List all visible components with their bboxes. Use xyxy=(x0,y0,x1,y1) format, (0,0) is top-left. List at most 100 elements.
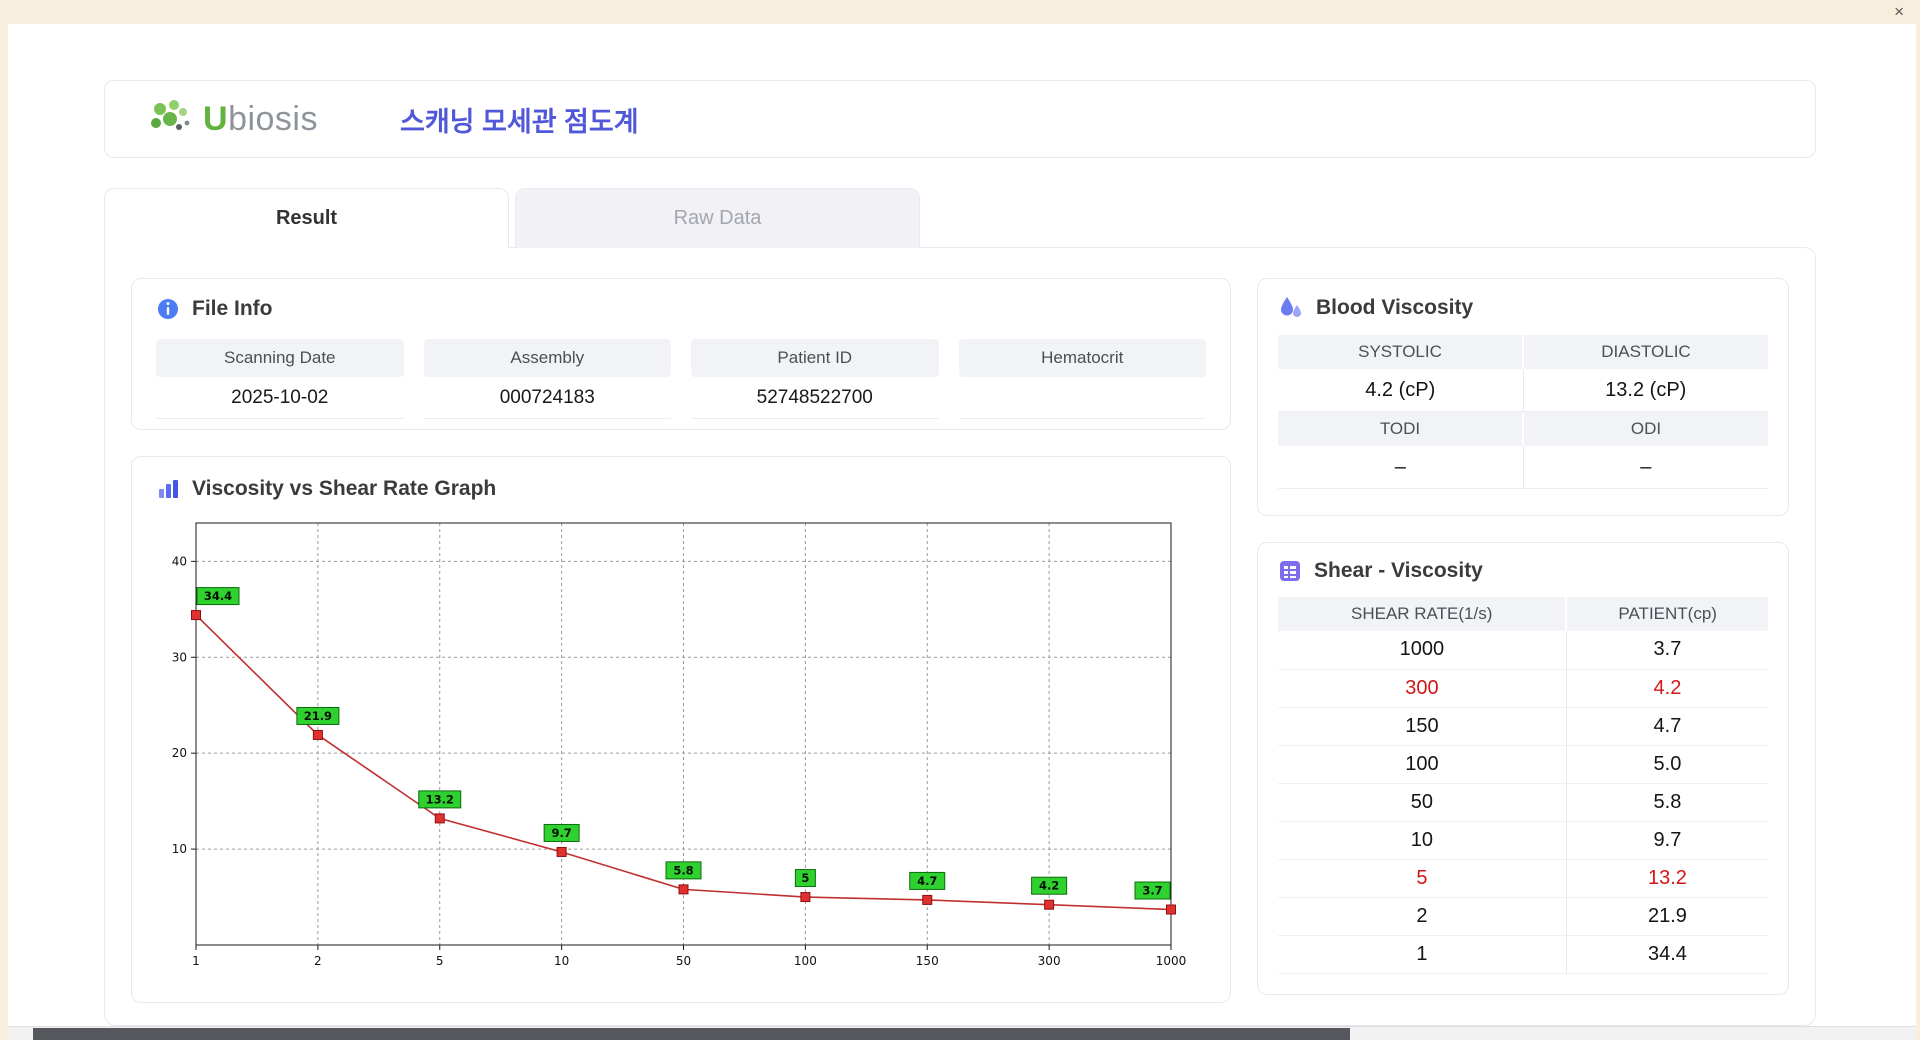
svg-text:40: 40 xyxy=(172,554,187,568)
file-info-field-value: 000724183 xyxy=(423,377,671,419)
patient-viscosity-cell: 21.9 xyxy=(1566,897,1768,936)
svg-text:10: 10 xyxy=(172,842,187,856)
bar-chart-icon xyxy=(156,477,180,501)
file-info-field: Hematocrit xyxy=(958,339,1206,419)
blood-viscosity-value-row: 4.2 (cP) 13.2 (cP) xyxy=(1278,369,1768,412)
svg-text:30: 30 xyxy=(172,650,187,664)
table-row: 5 13.2 xyxy=(1278,859,1768,898)
tab-bar: Result Raw Data xyxy=(104,188,1816,248)
logo-text-rest: biosis xyxy=(228,99,318,138)
patient-viscosity-cell: 13.2 xyxy=(1566,859,1768,898)
table-row: 10 9.7 xyxy=(1278,821,1768,860)
file-info-field-value: 2025-10-02 xyxy=(156,377,404,419)
graph-title-row: Viscosity vs Shear Rate Graph xyxy=(156,477,1206,501)
svg-text:34.4: 34.4 xyxy=(204,589,232,603)
file-info-field-label: Patient ID xyxy=(691,339,939,377)
droplets-icon xyxy=(1278,295,1304,321)
blood-viscosity-header-row: SYSTOLIC DIASTOLIC xyxy=(1278,335,1768,369)
patient-viscosity-cell: 34.4 xyxy=(1566,935,1768,974)
svg-text:5: 5 xyxy=(436,954,444,968)
shear-viscosity-title-row: Shear - Viscosity xyxy=(1278,559,1768,583)
shear-rate-cell: 10 xyxy=(1278,821,1567,860)
shear-viscosity-tbody: 1000 3.7 300 4.2 150 4.7 100 5.0 50 5.8 10 9.7 5 13.2… xyxy=(1278,631,1768,974)
table-row: 300 4.2 xyxy=(1278,669,1768,708)
patient-viscosity-cell: 3.7 xyxy=(1566,631,1768,670)
main-page: Ubiosis 스캐닝 모세관 점도계 Result Raw Data File… xyxy=(8,24,1916,1026)
svg-text:21.9: 21.9 xyxy=(304,709,332,723)
window-titlebar: × xyxy=(0,0,1920,24)
table-row: 100 5.0 xyxy=(1278,745,1768,784)
tab-result[interactable]: Result xyxy=(104,188,509,248)
blood-viscosity-header-cell: SYSTOLIC xyxy=(1278,335,1522,369)
shear-rate-cell: 100 xyxy=(1278,745,1567,784)
file-info-field-value xyxy=(958,377,1206,419)
graph-card: Viscosity vs Shear Rate Graph 10 20 30 40 1 2… xyxy=(131,456,1231,1003)
patient-viscosity-cell: 9.7 xyxy=(1566,821,1768,860)
svg-text:3.7: 3.7 xyxy=(1142,884,1162,898)
blood-viscosity-value-cell: – xyxy=(1640,456,1652,478)
file-info-card: File Info Scanning Date 2025-10-02 Assembl… xyxy=(131,278,1231,430)
svg-text:50: 50 xyxy=(676,954,691,968)
file-info-title-row: File Info xyxy=(156,297,1206,321)
content-panel: File Info Scanning Date 2025-10-02 Assembl… xyxy=(104,247,1816,1026)
table-row: 150 4.7 xyxy=(1278,707,1768,746)
blood-viscosity-card: Blood Viscosity SYSTOLIC DIASTOLIC 4.2 (cP… xyxy=(1257,278,1789,516)
shear-viscosity-card: Shear - Viscosity SHEAR RATE(1/s) PATIEN… xyxy=(1257,542,1789,995)
shear-rate-cell: 300 xyxy=(1278,669,1567,708)
shear-rate-cell: 150 xyxy=(1278,707,1567,746)
shear-rate-cell: 50 xyxy=(1278,783,1567,822)
svg-text:100: 100 xyxy=(794,954,817,968)
svg-text:13.2: 13.2 xyxy=(426,792,454,806)
shear-viscosity-title: Shear - Viscosity xyxy=(1314,559,1483,582)
svg-text:4.2: 4.2 xyxy=(1039,879,1059,893)
blood-viscosity-header-row: TODI ODI xyxy=(1278,412,1768,446)
table-grid-icon xyxy=(1278,559,1302,583)
scrollbar-thumb[interactable] xyxy=(33,1028,1350,1040)
file-info-field-label: Hematocrit xyxy=(958,339,1206,377)
graph-wrap: 10 20 30 40 1 2 5 10 50 100 150 300 1000 34.4 21.9 13.2… xyxy=(156,515,1206,982)
blood-viscosity-title-row: Blood Viscosity xyxy=(1278,295,1768,321)
file-info-field-value: 52748522700 xyxy=(691,377,939,419)
page-title: 스캐닝 모세관 점도계 xyxy=(400,106,639,137)
file-info-title: File Info xyxy=(192,297,273,320)
right-column: Blood Viscosity SYSTOLIC DIASTOLIC 4.2 (cP… xyxy=(1257,278,1789,995)
table-row: 1000 3.7 xyxy=(1278,631,1768,670)
table-row: 50 5.8 xyxy=(1278,783,1768,822)
patient-viscosity-cell: 4.7 xyxy=(1566,707,1768,746)
patient-viscosity-cell: 5.8 xyxy=(1566,783,1768,822)
svg-text:9.7: 9.7 xyxy=(551,826,571,840)
shear-viscosity-table: SHEAR RATE(1/s) PATIENT(cp) 1000 3.7 300 4.… xyxy=(1278,597,1768,974)
svg-text:150: 150 xyxy=(916,954,939,968)
left-column: File Info Scanning Date 2025-10-02 Assembl… xyxy=(131,278,1231,1003)
svg-text:5: 5 xyxy=(801,871,809,885)
blood-viscosity-value-row: – – xyxy=(1278,446,1768,489)
blood-viscosity-value-cell: 4.2 (cP) xyxy=(1278,369,1524,411)
app-header: Ubiosis 스캐닝 모세관 점도계 xyxy=(104,80,1816,158)
shear-rate-cell: 1000 xyxy=(1278,631,1567,670)
close-icon[interactable]: × xyxy=(1894,2,1904,22)
patient-viscosity-cell: 4.2 xyxy=(1566,669,1768,708)
svg-text:1000: 1000 xyxy=(1156,954,1187,968)
logo-dots-icon xyxy=(147,98,195,140)
logo-text-accent: U xyxy=(203,99,229,138)
table-header-row: SHEAR RATE(1/s) PATIENT(cp) xyxy=(1278,597,1768,631)
app-logo: Ubiosis xyxy=(147,98,318,140)
svg-text:300: 300 xyxy=(1038,954,1061,968)
blood-viscosity-value-cell: 13.2 (cP) xyxy=(1605,379,1687,401)
svg-text:10: 10 xyxy=(554,954,569,968)
horizontal-scrollbar xyxy=(8,1026,1916,1040)
svg-text:1: 1 xyxy=(192,954,200,968)
info-icon xyxy=(156,297,180,321)
file-info-field: Patient ID 52748522700 xyxy=(691,339,939,419)
file-info-fields: Scanning Date 2025-10-02 Assembly 000724183… xyxy=(156,339,1206,419)
file-info-field-label: Assembly xyxy=(423,339,671,377)
file-info-field: Assembly 000724183 xyxy=(423,339,671,419)
blood-viscosity-value-cell: – xyxy=(1278,446,1524,488)
svg-text:5.8: 5.8 xyxy=(673,863,693,877)
col-header-shear-rate: SHEAR RATE(1/s) xyxy=(1278,597,1568,631)
blood-viscosity-header-cell: DIASTOLIC xyxy=(1524,335,1768,369)
shear-rate-cell: 5 xyxy=(1278,859,1567,898)
tab-raw-data[interactable]: Raw Data xyxy=(515,188,920,248)
table-row: 1 34.4 xyxy=(1278,935,1768,974)
file-info-field: Scanning Date 2025-10-02 xyxy=(156,339,404,419)
